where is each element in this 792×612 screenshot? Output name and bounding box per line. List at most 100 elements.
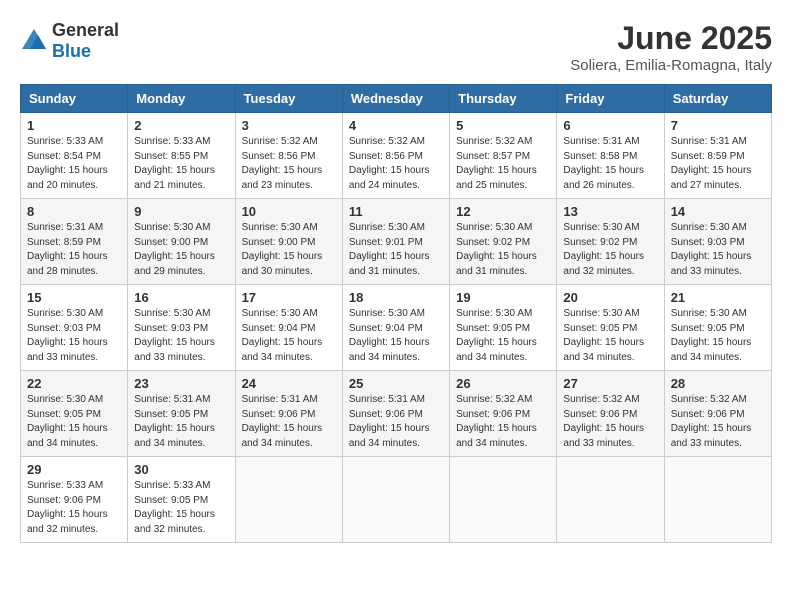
day-header-friday: Friday <box>557 85 664 113</box>
day-header-tuesday: Tuesday <box>235 85 342 113</box>
day-info: Sunrise: 5:31 AMSunset: 9:05 PMDaylight:… <box>134 393 228 451</box>
logo-general: General <box>52 20 119 40</box>
calendar-cell: 20 Sunrise: 5:30 AMSunset: 9:05 PMDayligh… <box>557 285 664 371</box>
logo-blue: Blue <box>52 41 91 61</box>
calendar-cell: 15Sunrise: 5:30 AMSunset: 9:03 PMDayligh… <box>21 285 128 371</box>
day-header-thursday: Thursday <box>450 85 557 113</box>
calendar-cell <box>557 457 664 543</box>
day-number: 23 <box>134 376 228 391</box>
day-info: Sunrise: 5:33 AMSunset: 9:06 PMDaylight:… <box>27 479 121 537</box>
calendar-cell: 28 Sunrise: 5:32 AMSunset: 9:06 PMDayligh… <box>664 371 771 457</box>
day-header-wednesday: Wednesday <box>342 85 449 113</box>
calendar-cell: 3 Sunrise: 5:32 AMSunset: 8:56 PMDaylight… <box>235 113 342 199</box>
header: General Blue June 2025 Soliera, Emilia-R… <box>20 20 772 74</box>
calendar-cell: 21Sunrise: 5:30 AMSunset: 9:05 PMDayligh… <box>664 285 771 371</box>
calendar-cell: 4 Sunrise: 5:32 AMSunset: 8:56 PMDaylight… <box>342 113 449 199</box>
day-number: 3 <box>242 118 336 133</box>
day-number: 27 <box>563 376 657 391</box>
calendar-cell <box>235 457 342 543</box>
calendar-cell: 27Sunrise: 5:32 AMSunset: 9:06 PMDayligh… <box>557 371 664 457</box>
calendar-week-3: 15 Sunrise: 5:30 AMSunset: 9:03 PMDayligh… <box>21 285 772 371</box>
day-info: Sunrise: 5:30 AMSunset: 9:00 PMDaylight:… <box>242 221 336 279</box>
day-info: Sunrise: 5:32 AMSunset: 9:06 PMDaylight:… <box>671 393 765 451</box>
day-number: 5 <box>456 118 550 133</box>
day-info: Sunrise: 5:30 AMSunset: 9:01 PMDaylight:… <box>349 221 443 279</box>
calendar-cell <box>450 457 557 543</box>
logo-text: General Blue <box>52 20 119 62</box>
calendar-cell: 6 Sunrise: 5:31 AMSunset: 8:58 PMDaylight… <box>557 113 664 199</box>
day-number: 16 <box>134 290 228 305</box>
day-number: 29 <box>27 462 121 477</box>
day-info: Sunrise: 5:33 AMSunset: 9:05 PMDaylight:… <box>134 479 228 537</box>
day-info: Sunrise: 5:30 AMSunset: 9:05 PMDaylight:… <box>671 307 765 365</box>
day-info: Sunrise: 5:32 AMSunset: 8:56 PMDaylight:… <box>242 135 336 193</box>
day-number: 9 <box>134 204 228 219</box>
day-info: Sunrise: 5:30 AMSunset: 9:00 PMDaylight:… <box>134 221 228 279</box>
day-number: 22 <box>27 376 121 391</box>
calendar-cell: 26Sunrise: 5:32 AMSunset: 9:06 PMDayligh… <box>450 371 557 457</box>
day-number: 1 <box>27 118 121 133</box>
day-info: Sunrise: 5:31 AMSunset: 8:59 PMDaylight:… <box>27 221 121 279</box>
calendar-cell: 9 Sunrise: 5:30 AMSunset: 9:00 PMDaylight… <box>128 199 235 285</box>
day-info: Sunrise: 5:31 AMSunset: 8:58 PMDaylight:… <box>563 135 657 193</box>
day-number: 15 <box>27 290 121 305</box>
day-info: Sunrise: 5:30 AMSunset: 9:05 PMDaylight:… <box>27 393 121 451</box>
day-number: 24 <box>242 376 336 391</box>
day-number: 25 <box>349 376 443 391</box>
day-info: Sunrise: 5:30 AMSunset: 9:02 PMDaylight:… <box>563 221 657 279</box>
calendar-cell: 10Sunrise: 5:30 AMSunset: 9:00 PMDayligh… <box>235 199 342 285</box>
calendar-cell: 29 Sunrise: 5:33 AMSunset: 9:06 PMDayligh… <box>21 457 128 543</box>
day-info: Sunrise: 5:33 AMSunset: 8:54 PMDaylight:… <box>27 135 121 193</box>
calendar-cell <box>664 457 771 543</box>
calendar-cell: 14 Sunrise: 5:30 AMSunset: 9:03 PMDayligh… <box>664 199 771 285</box>
day-number: 4 <box>349 118 443 133</box>
calendar-week-1: 1 Sunrise: 5:33 AMSunset: 8:54 PMDaylight… <box>21 113 772 199</box>
day-info: Sunrise: 5:32 AMSunset: 8:57 PMDaylight:… <box>456 135 550 193</box>
day-header-monday: Monday <box>128 85 235 113</box>
day-number: 17 <box>242 290 336 305</box>
day-number: 20 <box>563 290 657 305</box>
day-info: Sunrise: 5:30 AMSunset: 9:03 PMDaylight:… <box>134 307 228 365</box>
calendar-subtitle: Soliera, Emilia-Romagna, Italy <box>570 57 772 74</box>
calendar-cell: 30Sunrise: 5:33 AMSunset: 9:05 PMDayligh… <box>128 457 235 543</box>
day-number: 26 <box>456 376 550 391</box>
calendar-cell: 12 Sunrise: 5:30 AMSunset: 9:02 PMDayligh… <box>450 199 557 285</box>
calendar-cell: 25 Sunrise: 5:31 AMSunset: 9:06 PMDayligh… <box>342 371 449 457</box>
day-info: Sunrise: 5:30 AMSunset: 9:05 PMDaylight:… <box>563 307 657 365</box>
day-info: Sunrise: 5:30 AMSunset: 9:02 PMDaylight:… <box>456 221 550 279</box>
day-header-sunday: Sunday <box>21 85 128 113</box>
logo-icon <box>20 27 48 55</box>
logo: General Blue <box>20 20 119 62</box>
calendar-cell <box>342 457 449 543</box>
day-number: 6 <box>563 118 657 133</box>
calendar-cell: 2Sunrise: 5:33 AMSunset: 8:55 PMDaylight… <box>128 113 235 199</box>
day-info: Sunrise: 5:31 AMSunset: 8:59 PMDaylight:… <box>671 135 765 193</box>
calendar-title: June 2025 <box>570 20 772 57</box>
calendar-cell: 1 Sunrise: 5:33 AMSunset: 8:54 PMDaylight… <box>21 113 128 199</box>
title-area: June 2025 Soliera, Emilia-Romagna, Italy <box>570 20 772 74</box>
day-number: 11 <box>349 204 443 219</box>
calendar-cell: 22 Sunrise: 5:30 AMSunset: 9:05 PMDayligh… <box>21 371 128 457</box>
day-number: 18 <box>349 290 443 305</box>
day-number: 13 <box>563 204 657 219</box>
day-number: 14 <box>671 204 765 219</box>
day-number: 8 <box>27 204 121 219</box>
day-info: Sunrise: 5:32 AMSunset: 8:56 PMDaylight:… <box>349 135 443 193</box>
day-number: 28 <box>671 376 765 391</box>
calendar-table: SundayMondayTuesdayWednesdayThursdayFrid… <box>20 84 772 543</box>
calendar-week-2: 8 Sunrise: 5:31 AMSunset: 8:59 PMDaylight… <box>21 199 772 285</box>
calendar-cell: 13 Sunrise: 5:30 AMSunset: 9:02 PMDayligh… <box>557 199 664 285</box>
day-number: 12 <box>456 204 550 219</box>
day-info: Sunrise: 5:31 AMSunset: 9:06 PMDaylight:… <box>349 393 443 451</box>
day-info: Sunrise: 5:33 AMSunset: 8:55 PMDaylight:… <box>134 135 228 193</box>
day-header-saturday: Saturday <box>664 85 771 113</box>
calendar-cell: 11 Sunrise: 5:30 AMSunset: 9:01 PMDayligh… <box>342 199 449 285</box>
calendar-week-4: 22 Sunrise: 5:30 AMSunset: 9:05 PMDayligh… <box>21 371 772 457</box>
calendar-cell: 18Sunrise: 5:30 AMSunset: 9:04 PMDayligh… <box>342 285 449 371</box>
day-info: Sunrise: 5:30 AMSunset: 9:04 PMDaylight:… <box>242 307 336 365</box>
day-number: 19 <box>456 290 550 305</box>
day-info: Sunrise: 5:30 AMSunset: 9:03 PMDaylight:… <box>671 221 765 279</box>
calendar-cell: 17 Sunrise: 5:30 AMSunset: 9:04 PMDayligh… <box>235 285 342 371</box>
day-info: Sunrise: 5:30 AMSunset: 9:05 PMDaylight:… <box>456 307 550 365</box>
calendar-header-row: SundayMondayTuesdayWednesdayThursdayFrid… <box>21 85 772 113</box>
